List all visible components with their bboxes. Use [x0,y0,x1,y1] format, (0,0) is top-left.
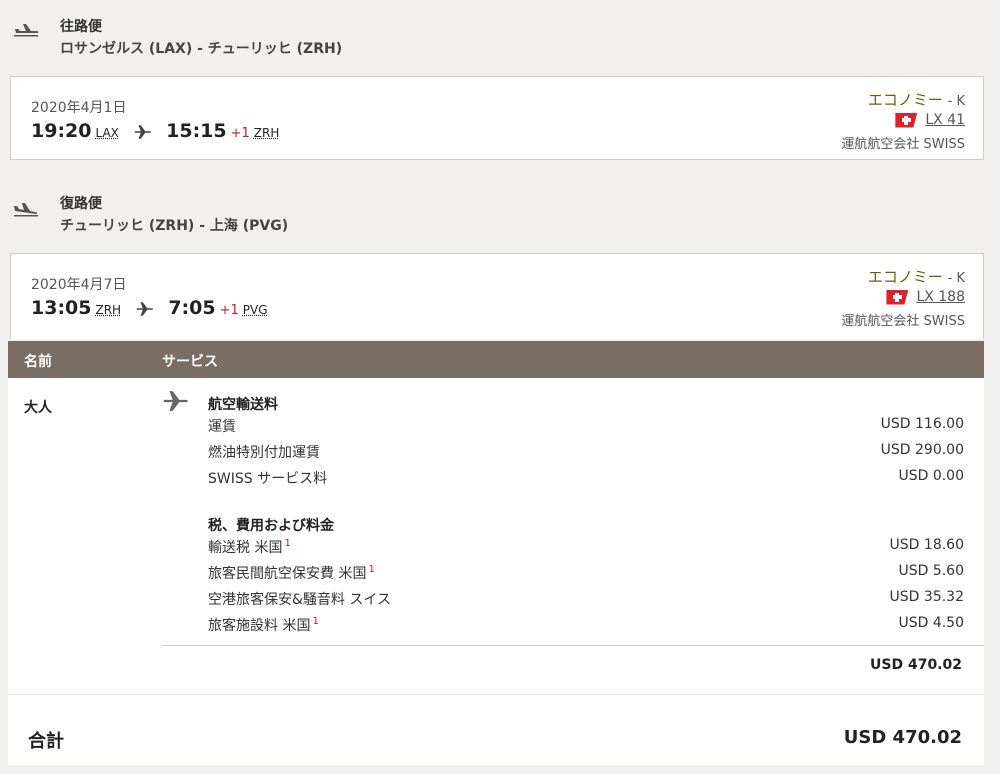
footnote-marker[interactable]: 1 [368,564,374,575]
day-offset: +1 [219,303,239,318]
cabin-name: エコノミー [867,268,943,286]
row-amount: USD 35.32 [889,589,964,605]
row-amount: USD 4.50 [898,615,964,631]
arrive-airport-code[interactable]: ZRH [254,126,280,140]
plane-icon [134,124,151,139]
arrive-time: 7:05 [168,297,216,319]
flight-number-link[interactable]: LX 188 [916,289,965,305]
table-row: 空港旅客保安&騒音料 スイス USD 35.32 [208,589,964,609]
swiss-logo-icon [895,112,918,128]
airplane-icon [163,391,188,411]
passenger-type: 大人 [24,400,52,416]
row-label: SWISS サービス料 [208,471,328,487]
subtotal-amount: USD 470.02 [870,657,962,673]
total-amount: USD 470.02 [843,727,962,748]
cabin-class: エコノミー - K [868,266,965,287]
day-offset: +1 [230,126,250,141]
swiss-logo-icon [886,289,909,305]
table-row: SWISS サービス料 USD 0.00 [208,468,964,488]
price-breakdown-table: 名前 サービス 大人 航空輸送料 運賃 USD 116.00 燃油特別付加運賃 … [8,341,984,765]
table-row: 運賃 USD 116.00 [208,416,964,436]
row-amount: USD 116.00 [880,416,964,432]
row-label: 燃油特別付加運賃 [208,445,320,461]
column-header-service: サービス [162,354,218,370]
outbound-header: 往路便 ロサンゼルス (LAX) - チューリッヒ (ZRH) [0,0,1000,60]
outbound-flight-card[interactable]: 2020年4月1日 19:20 LAX 15:15 +1 ZRH エコノミー - K … [10,76,984,160]
outbound-title: 往路便 [60,19,102,35]
column-header-name: 名前 [24,354,52,370]
inbound-header: 復路便 チューリッヒ (ZRH) - 上海 (PVG) [0,180,1000,240]
booking-class: - K [947,94,965,109]
row-label: 旅客民間航空保安費 米国 1 [208,564,375,582]
operator: 運航航空会社 SWISS [841,314,965,329]
flight-number-link[interactable]: LX 41 [925,112,965,128]
inbound-route: チューリッヒ (ZRH) - 上海 (PVG) [60,218,289,234]
table-row: 旅客施設料 米国 1 USD 4.50 [208,615,964,635]
row-amount: USD 18.60 [889,537,964,553]
table-row: 燃油特別付加運賃 USD 290.00 [208,442,964,462]
inbound-flight-card[interactable]: 2020年4月7日 13:05 ZRH 7:05 +1 PVG エコノミー - K L… [10,253,984,339]
row-label: 輸送税 米国 1 [208,538,291,556]
table-header: 名前 サービス [8,341,984,378]
row-label: 旅客施設料 米国 1 [208,616,319,634]
depart-time: 13:05 [31,297,92,319]
row-amount: USD 5.60 [898,563,964,579]
depart-time: 19:20 [31,120,92,142]
arrive-time: 15:15 [166,120,227,142]
outbound-route: ロサンゼルス (LAX) - チューリッヒ (ZRH) [60,41,343,57]
row-label: 空港旅客保安&騒音料 スイス [208,592,391,608]
inbound-title: 復路便 [60,196,102,212]
subtotal-divider [162,645,984,646]
flight-date: 2020年4月1日 [31,100,127,116]
footnote-marker[interactable]: 1 [312,616,318,627]
row-amount: USD 290.00 [880,442,964,458]
takeoff-icon [14,24,39,37]
flight-times: 13:05 ZRH 7:05 +1 PVG [31,297,268,319]
total-divider [8,694,984,695]
cabin-class: エコノミー - K [868,89,965,110]
depart-airport-code[interactable]: LAX [95,126,118,140]
air-transport-section-title: 航空輸送料 [208,397,278,413]
depart-airport-code[interactable]: ZRH [95,303,121,317]
total-label: 合計 [28,731,64,752]
row-label: 運賃 [208,419,236,435]
taxes-section-title: 税、費用および料金 [208,518,334,534]
arrive-airport-code[interactable]: PVG [243,303,268,317]
footnote-marker[interactable]: 1 [284,538,290,549]
table-row: 輸送税 米国 1 USD 18.60 [208,537,964,557]
flight-date: 2020年4月7日 [31,277,127,293]
plane-icon [136,301,153,316]
cabin-name: エコノミー [867,91,943,109]
booking-class: - K [947,271,965,286]
flight-times: 19:20 LAX 15:15 +1 ZRH [31,120,279,142]
flight-number-group: LX 188 [886,289,965,305]
landing-icon [14,203,38,217]
table-row: 旅客民間航空保安費 米国 1 USD 5.60 [208,563,964,583]
operator: 運航航空会社 SWISS [841,137,965,152]
row-amount: USD 0.00 [898,468,964,484]
flight-number-group: LX 41 [895,112,965,128]
